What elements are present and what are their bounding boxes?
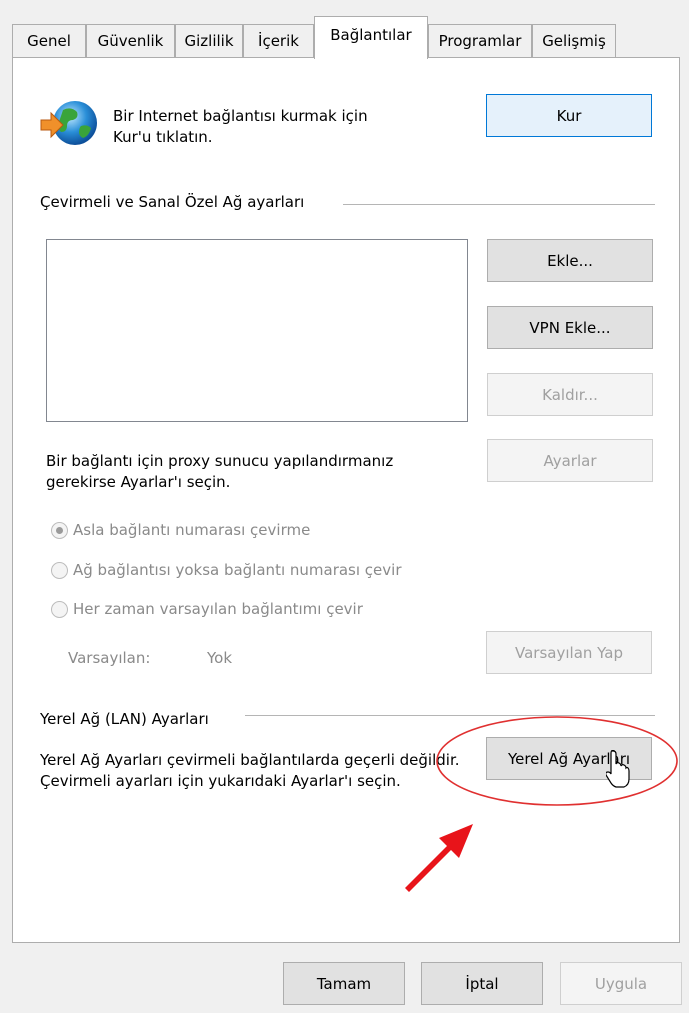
add-vpn-button[interactable]: VPN Ekle... bbox=[487, 306, 653, 349]
lan-text: Yerel Ağ Ayarları çevirmeli bağlantılard… bbox=[40, 751, 460, 790]
dialup-heading: Çevirmeli ve Sanal Özel Ağ ayarları bbox=[40, 192, 311, 213]
tab-label: Programlar bbox=[438, 32, 522, 50]
radio-always-dial[interactable] bbox=[51, 601, 68, 618]
tab-icerik[interactable]: İçerik bbox=[243, 24, 314, 58]
tab-baglantilar[interactable]: Bağlantılar bbox=[314, 16, 428, 59]
tab-label: İçerik bbox=[258, 32, 299, 50]
default-value: Yok bbox=[207, 649, 233, 667]
tab-guvenlik[interactable]: Güvenlik bbox=[86, 24, 175, 58]
add-button[interactable]: Ekle... bbox=[487, 239, 653, 282]
radio-dial-no-network[interactable] bbox=[51, 562, 68, 579]
tab-label: Genel bbox=[27, 32, 71, 50]
proxy-text: Bir bağlantı için proxy sunucu yapılandı… bbox=[46, 452, 394, 491]
tab-gelismis[interactable]: Gelişmiş bbox=[532, 24, 616, 58]
radio-always-dial-label: Her zaman varsayılan bağlantımı çevir bbox=[73, 600, 363, 618]
red-arrow-icon bbox=[395, 808, 485, 898]
tab-label: Bağlantılar bbox=[330, 26, 412, 44]
tab-gizlilik[interactable]: Gizlilik bbox=[175, 24, 243, 58]
lan-heading: Yerel Ağ (LAN) Ayarları bbox=[40, 709, 215, 730]
apply-button[interactable]: Uygula bbox=[560, 962, 682, 1005]
settings-button[interactable]: Ayarlar bbox=[487, 439, 653, 482]
tab-label: Gizlilik bbox=[184, 32, 234, 50]
tab-label: Gelişmiş bbox=[542, 32, 606, 50]
set-default-button[interactable]: Varsayılan Yap bbox=[486, 631, 652, 674]
setup-button[interactable]: Kur bbox=[486, 94, 652, 137]
radio-never-dial[interactable] bbox=[51, 522, 68, 539]
tab-genel[interactable]: Genel bbox=[12, 24, 86, 58]
highlight-ellipse bbox=[433, 713, 679, 811]
tab-programlar[interactable]: Programlar bbox=[428, 24, 532, 58]
ok-button[interactable]: Tamam bbox=[283, 962, 405, 1005]
tab-label: Güvenlik bbox=[97, 32, 164, 50]
mouse-pointer-icon bbox=[605, 749, 630, 788]
setup-text: Bir Internet bağlantısı kurmak için Kur'… bbox=[113, 107, 368, 146]
radio-dial-no-network-label: Ağ bağlantısı yoksa bağlantı numarası çe… bbox=[73, 561, 402, 579]
cancel-button[interactable]: İptal bbox=[421, 962, 543, 1005]
default-label: Varsayılan: bbox=[68, 649, 151, 667]
connections-list[interactable] bbox=[46, 239, 468, 422]
radio-never-dial-label: Asla bağlantı numarası çevirme bbox=[73, 521, 311, 539]
remove-button[interactable]: Kaldır... bbox=[487, 373, 653, 416]
group-divider bbox=[343, 204, 655, 205]
globe-arrow-icon bbox=[37, 96, 99, 152]
connections-panel: Bir Internet bağlantısı kurmak için Kur'… bbox=[12, 57, 680, 943]
